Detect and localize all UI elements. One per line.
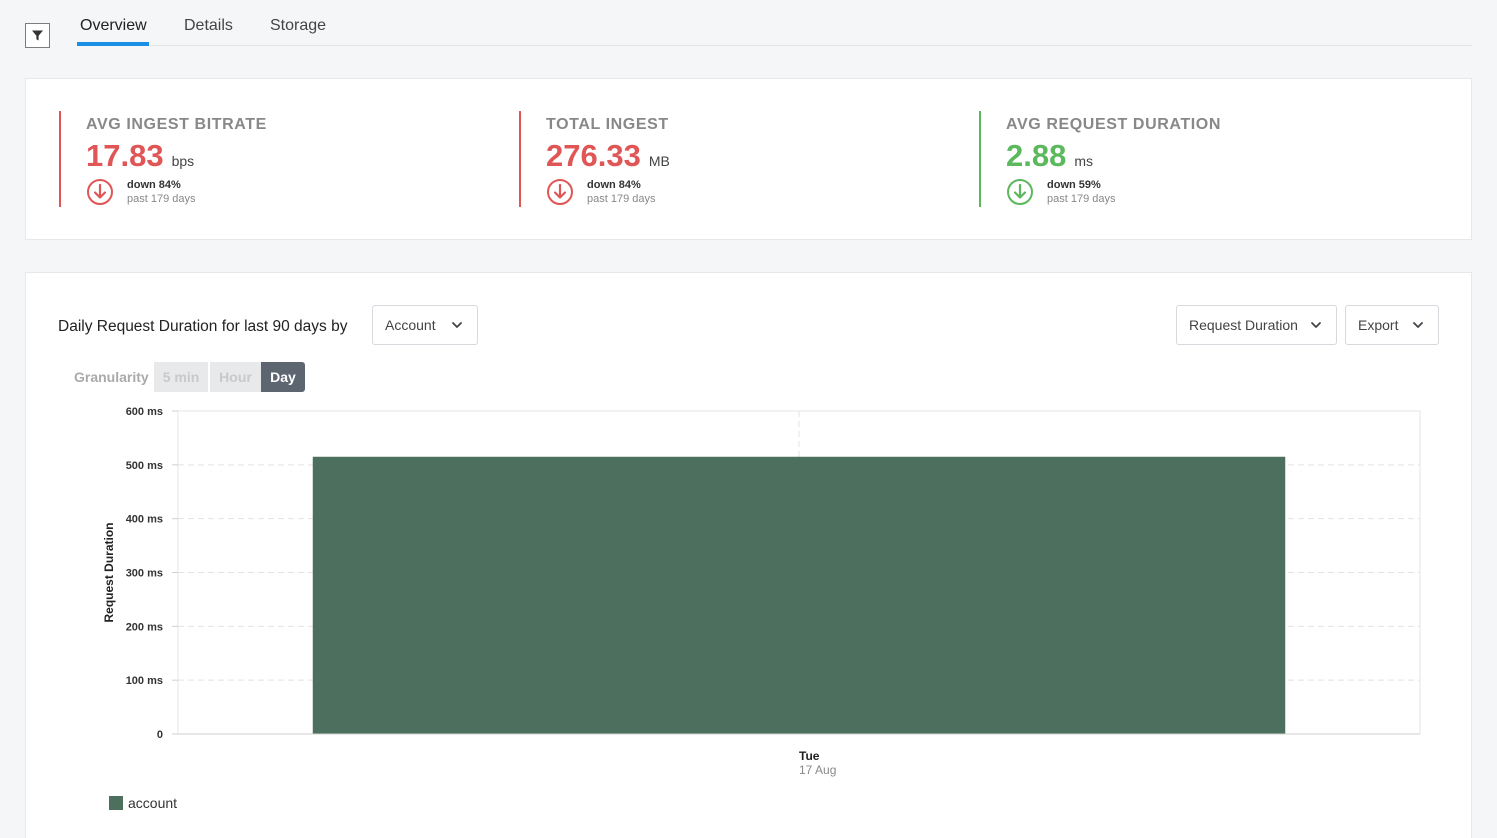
- tab-bar: Overview Details Storage: [77, 0, 1472, 46]
- chart-card: Daily Request Duration for last 90 days …: [25, 272, 1472, 838]
- tab-details[interactable]: Details: [184, 17, 233, 35]
- filter-icon: [32, 30, 43, 41]
- legend-swatch: [109, 796, 123, 810]
- active-tab-indicator: [77, 42, 149, 46]
- tab-storage[interactable]: Storage: [270, 17, 326, 35]
- kpi-change: down 84%: [587, 179, 641, 191]
- kpi-change: down 59%: [1047, 179, 1101, 191]
- y-tick-label: 500 ms: [126, 460, 163, 472]
- bar-chart: 0 100 ms 200 ms 300 ms 400 ms 500 ms 600 ms Tue…: [102, 406, 1421, 777]
- legend-label[interactable]: account: [128, 795, 177, 811]
- x-tick-label-day: Tue: [799, 749, 820, 763]
- kpi-title: AVG INGEST BITRATE: [86, 116, 267, 133]
- kpi-title: AVG REQUEST DURATION: [1006, 116, 1221, 133]
- kpi-unit: bps: [171, 153, 195, 169]
- kpi-period: past 179 days: [1047, 193, 1116, 205]
- bar: [312, 456, 1286, 734]
- kpi-unit: ms: [1074, 153, 1094, 169]
- kpi-period: past 179 days: [127, 193, 196, 205]
- y-tick-label: 300 ms: [126, 568, 163, 580]
- kpi-avg-request-duration: AVG REQUEST DURATION 2.88 ms down 59% pa…: [979, 111, 1221, 207]
- kpi-period: past 179 days: [587, 193, 656, 205]
- y-tick-label: 600 ms: [126, 406, 163, 418]
- arrow-down-circle-icon: [87, 179, 113, 205]
- kpi-value: 276.33: [546, 138, 641, 173]
- filter-button[interactable]: [25, 23, 50, 48]
- kpi-value: 2.88: [1006, 138, 1067, 173]
- kpi-change: down 84%: [127, 179, 181, 191]
- kpi-total-ingest: TOTAL INGEST 276.33 MB down 84% past 179…: [519, 111, 670, 207]
- chart-legend: account: [109, 795, 177, 811]
- y-tick-label: 0: [157, 729, 163, 741]
- kpi-value: 17.83: [86, 138, 164, 173]
- tab-overview[interactable]: Overview: [80, 17, 147, 35]
- arrow-down-circle-icon: [547, 179, 573, 205]
- kpi-card: AVG INGEST BITRATE 17.83 bps down 84% pa…: [25, 78, 1472, 240]
- x-tick-label-date: 17 Aug: [799, 763, 836, 777]
- kpi-title: TOTAL INGEST: [546, 116, 669, 133]
- y-tick-label: 200 ms: [126, 621, 163, 633]
- kpi-avg-ingest-bitrate: AVG INGEST BITRATE 17.83 bps down 84% pa…: [59, 111, 267, 207]
- y-tick-label: 400 ms: [126, 514, 163, 526]
- y-tick-label: 100 ms: [126, 675, 163, 687]
- arrow-down-circle-icon: [1007, 179, 1033, 205]
- y-axis-label: Request Duration: [102, 522, 116, 622]
- kpi-unit: MB: [648, 153, 670, 169]
